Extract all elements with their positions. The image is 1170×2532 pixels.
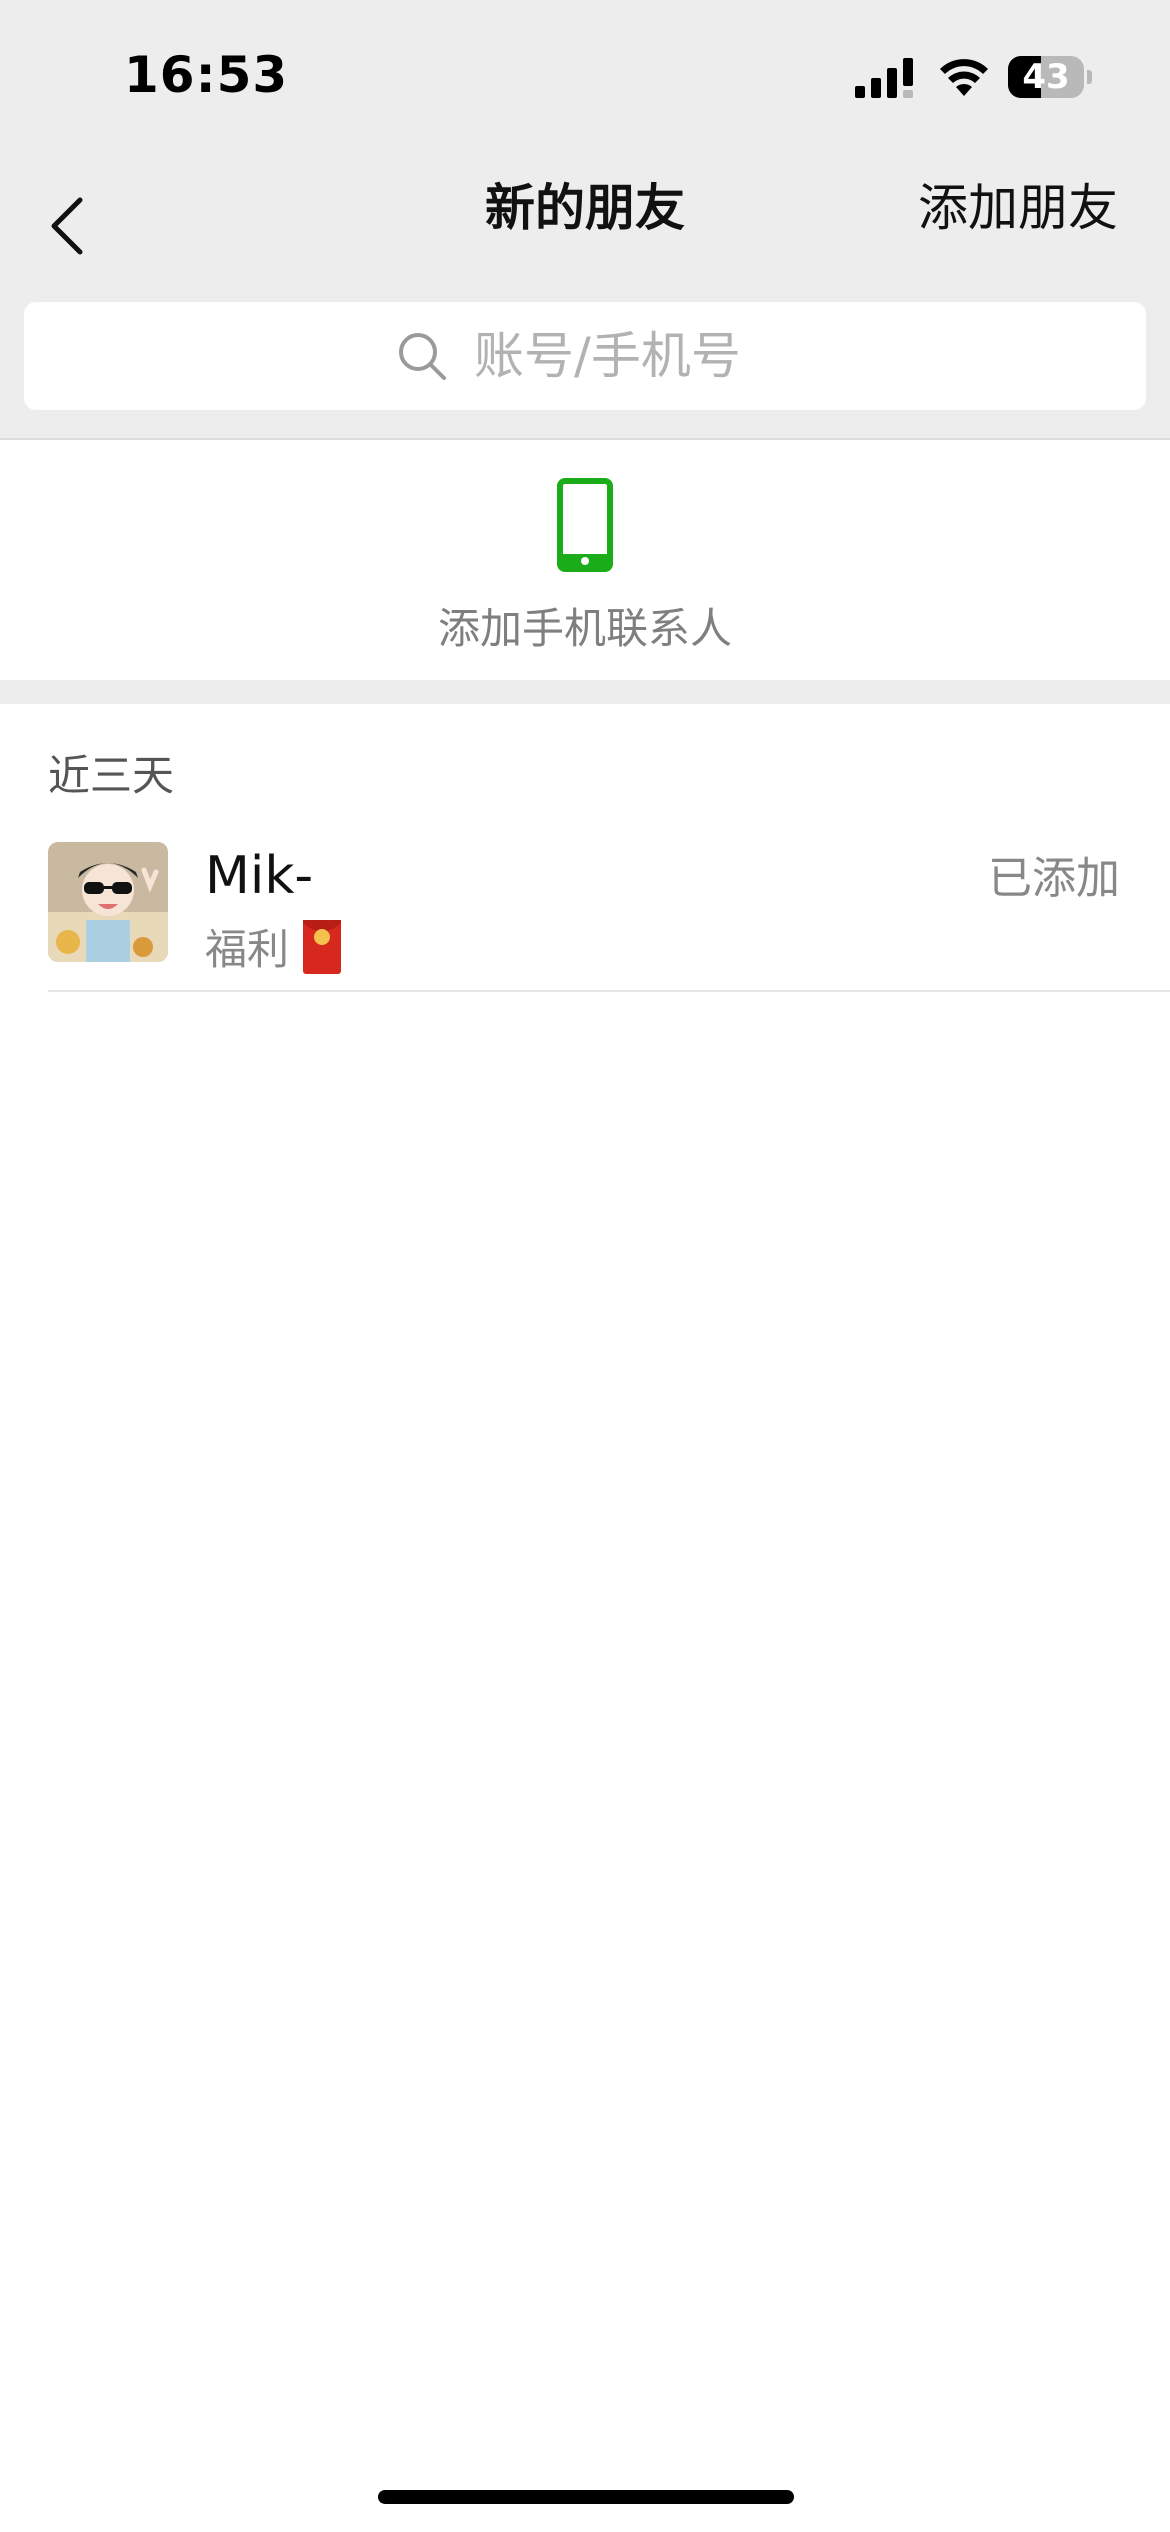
friend-message-text: 福利 xyxy=(205,925,290,974)
friend-request-row[interactable]: Mik- 福利 已添加 xyxy=(0,820,1170,992)
avatar[interactable] xyxy=(48,842,168,962)
home-indicator[interactable] xyxy=(378,2490,794,2504)
status-bar: 16:53 43 xyxy=(0,0,1170,150)
back-button[interactable] xyxy=(30,170,130,270)
friend-message: 福利 xyxy=(205,916,342,977)
add-phone-contacts-button[interactable]: 添加手机联系人 xyxy=(0,440,1170,680)
friend-name: Mik- xyxy=(205,846,314,906)
search-input[interactable] xyxy=(474,327,774,385)
add-friend-button[interactable]: 添加朋友 xyxy=(918,178,1118,238)
battery-cap xyxy=(1087,70,1092,84)
nav-bar: 新的朋友 添加朋友 xyxy=(0,150,1170,292)
wifi-icon xyxy=(940,59,988,96)
chevron-left-icon xyxy=(51,197,83,255)
section-header-recent: 近三天 xyxy=(48,751,175,800)
signal-icon xyxy=(855,58,913,98)
search-box[interactable] xyxy=(24,302,1146,410)
row-divider xyxy=(48,990,1170,992)
avatar-image xyxy=(48,842,168,962)
search-area xyxy=(0,292,1170,440)
battery-icon: 43 xyxy=(1008,56,1084,98)
search-icon xyxy=(399,333,446,380)
status-time: 16:53 xyxy=(124,46,289,104)
search-inner xyxy=(24,302,1146,410)
mobile-phone-icon xyxy=(557,478,613,572)
add-phone-contacts-label: 添加手机联系人 xyxy=(437,604,732,653)
friend-status: 已添加 xyxy=(988,853,1120,904)
battery-level: 43 xyxy=(1022,57,1070,97)
red-envelope-icon xyxy=(303,919,342,974)
section-separator xyxy=(0,680,1170,704)
